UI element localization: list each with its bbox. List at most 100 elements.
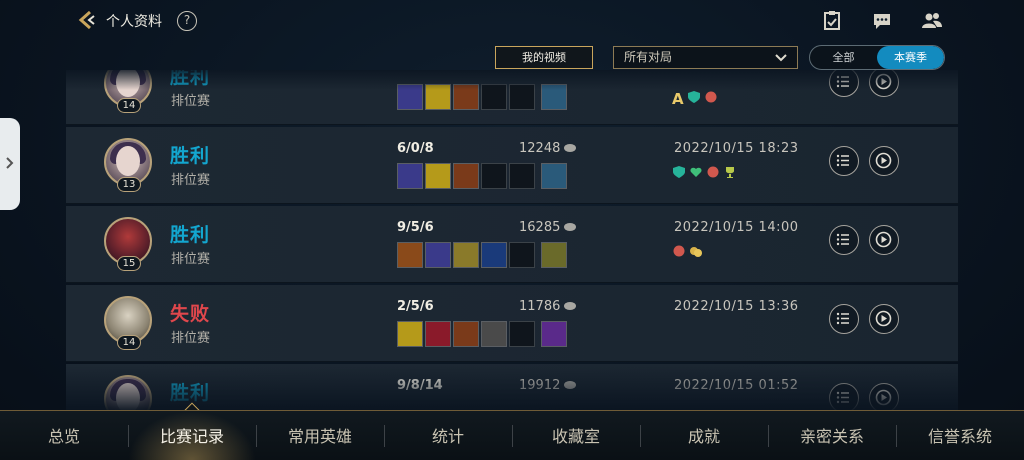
item-slots: [397, 163, 567, 189]
chevron-down-icon: [775, 54, 787, 62]
match-row[interactable]: 15 胜利 排位赛 9/5/6 16285 2022/10/15 14:00: [66, 206, 958, 283]
match-date: 2022/10/15 01:52: [674, 378, 799, 393]
hero-avatar[interactable]: 14: [104, 296, 152, 350]
my-video-button[interactable]: 我的视频: [495, 46, 593, 69]
replay-button[interactable]: [869, 383, 899, 410]
list-icon: [836, 233, 849, 246]
replay-icon: [875, 73, 892, 90]
replay-button[interactable]: [869, 146, 899, 176]
hero-avatar[interactable]: 15: [104, 217, 152, 271]
item-slot[interactable]: [425, 163, 451, 189]
match-row[interactable]: 13 胜利 排位赛 6/0/8 12248 2022/10/15 18:23: [66, 127, 958, 204]
back-icon[interactable]: [76, 9, 98, 31]
match-result: 胜利: [170, 145, 211, 167]
item-slot[interactable]: [481, 321, 507, 347]
flower-badge-icon: [673, 245, 685, 257]
gold-value: 19912: [519, 378, 561, 393]
list-icon: [836, 312, 849, 325]
chat-icon[interactable]: [871, 10, 893, 32]
tab-achievements[interactable]: 成就: [640, 411, 768, 460]
trinket-slot[interactable]: [541, 84, 567, 110]
match-list[interactable]: 14 胜利 排位赛 A 13 胜利 排位赛 6/0/8 12248 2022/1…: [66, 70, 958, 410]
match-type-select[interactable]: 所有对局: [613, 46, 798, 69]
gold-earned: 11786: [519, 299, 577, 314]
side-drawer-handle[interactable]: [0, 118, 20, 210]
tab-collection[interactable]: 收藏室: [512, 411, 640, 460]
gold-icon: [564, 144, 577, 152]
friends-icon[interactable]: [921, 10, 943, 32]
help-icon[interactable]: ?: [177, 11, 197, 31]
tab-intimacy[interactable]: 亲密关系: [768, 411, 896, 460]
list-icon: [836, 391, 849, 404]
item-slot[interactable]: [425, 84, 451, 110]
checklist-icon[interactable]: [821, 10, 843, 32]
item-slot: [509, 321, 535, 347]
page-title: 个人资料: [106, 14, 162, 30]
list-icon: [836, 75, 849, 88]
match-row[interactable]: 胜利 9/8/14 19912 2022/10/15 01:52: [66, 364, 958, 410]
tab-stats[interactable]: 统计: [384, 411, 512, 460]
item-slots: [397, 84, 567, 110]
badge-label: A: [672, 90, 684, 108]
gold-icon: [564, 223, 577, 231]
item-slot: [481, 84, 507, 110]
hero-level: 14: [117, 98, 141, 113]
item-slot: [481, 163, 507, 189]
item-slot: [509, 163, 535, 189]
match-result: 胜利: [170, 382, 211, 404]
item-slot[interactable]: [453, 242, 479, 268]
season-current-option[interactable]: 本赛季: [877, 46, 944, 69]
replay-button[interactable]: [869, 70, 899, 97]
coin-badge-icon: [690, 247, 702, 257]
match-result: 胜利: [170, 224, 211, 246]
match-row[interactable]: 14 胜利 排位赛 A: [66, 70, 958, 125]
item-slot[interactable]: [481, 242, 507, 268]
match-detail-button[interactable]: [829, 225, 859, 255]
list-icon: [836, 154, 849, 167]
hero-avatar[interactable]: 14: [104, 70, 152, 113]
item-slot[interactable]: [397, 321, 423, 347]
hero-avatar[interactable]: 13: [104, 138, 152, 192]
hero-level: 13: [117, 177, 141, 192]
shield-badge-icon: [673, 166, 685, 178]
season-all-option[interactable]: 全部: [810, 46, 877, 69]
replay-icon: [875, 310, 892, 327]
item-slot[interactable]: [397, 242, 423, 268]
kda: 2/5/6: [397, 299, 434, 314]
item-slot[interactable]: [397, 84, 423, 110]
trinket-slot[interactable]: [541, 242, 567, 268]
item-slot[interactable]: [397, 163, 423, 189]
honor-badges: [672, 244, 703, 258]
match-mode: 排位赛: [171, 331, 211, 346]
tab-match-history[interactable]: 比赛记录: [128, 411, 256, 460]
hero-level: 14: [117, 335, 141, 350]
flower-badge-icon: [705, 91, 717, 103]
tab-common-heroes[interactable]: 常用英雄: [256, 411, 384, 460]
match-result: 失败: [170, 303, 211, 325]
match-detail-button[interactable]: [829, 304, 859, 334]
item-slot[interactable]: [453, 321, 479, 347]
match-detail-button[interactable]: [829, 146, 859, 176]
trinket-slot[interactable]: [541, 321, 567, 347]
item-slot[interactable]: [453, 163, 479, 189]
item-slot[interactable]: [425, 242, 451, 268]
item-slot[interactable]: [425, 321, 451, 347]
season-toggle[interactable]: 全部 本赛季: [809, 45, 945, 70]
match-row[interactable]: 14 失败 排位赛 2/5/6 11786 2022/10/15 13:36: [66, 285, 958, 362]
trinket-slot[interactable]: [541, 163, 567, 189]
gold-value: 11786: [519, 299, 561, 314]
heart-badge-icon: [690, 167, 702, 177]
replay-button[interactable]: [869, 304, 899, 334]
replay-button[interactable]: [869, 225, 899, 255]
kda: 9/8/14: [397, 378, 443, 393]
match-type-value: 所有对局: [624, 50, 673, 64]
match-detail-button[interactable]: [829, 70, 859, 97]
gold-earned: 12248: [519, 141, 577, 156]
item-slot[interactable]: [453, 84, 479, 110]
tab-overview[interactable]: 总览: [0, 411, 128, 460]
kda: 9/5/6: [397, 220, 434, 235]
match-mode: 排位赛: [171, 94, 211, 109]
tab-honor[interactable]: 信誉系统: [896, 411, 1024, 460]
hero-avatar[interactable]: [104, 375, 152, 410]
match-detail-button[interactable]: [829, 383, 859, 410]
